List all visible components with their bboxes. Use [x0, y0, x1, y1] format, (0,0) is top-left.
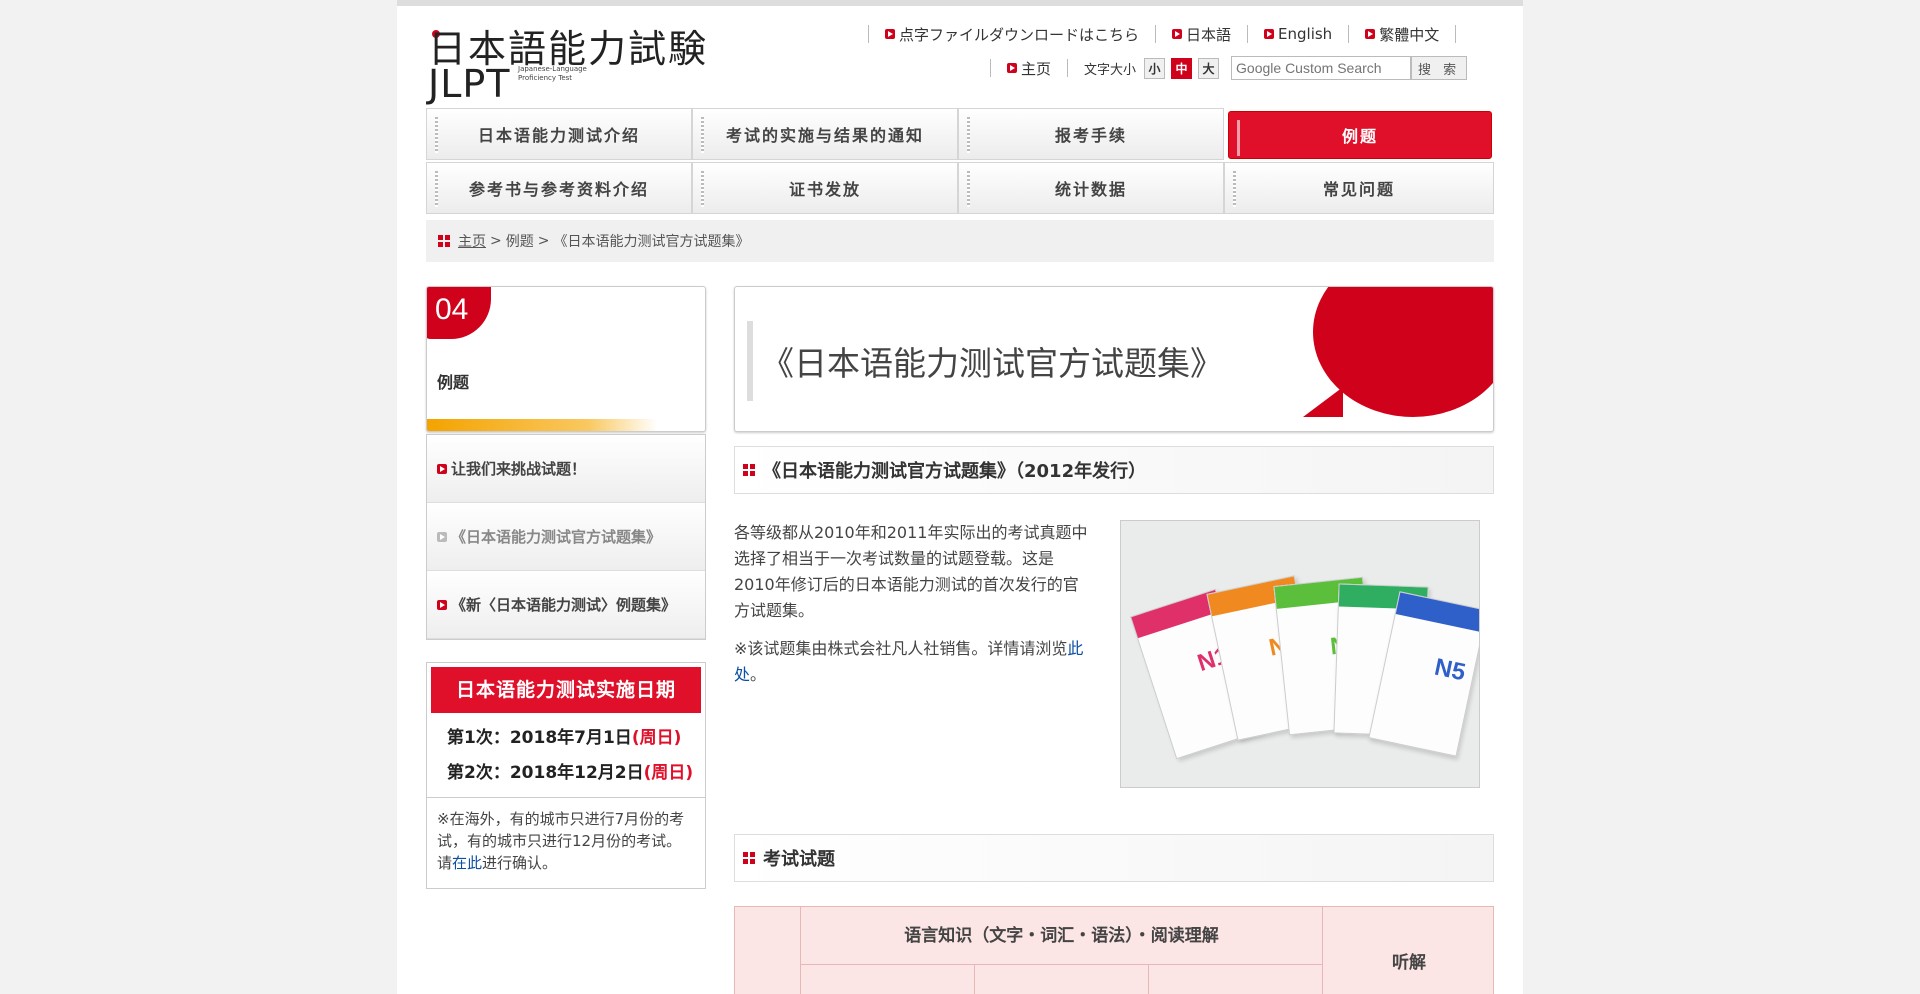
- sidebar-header: 04 例题: [426, 286, 706, 432]
- nav-item-implementation[interactable]: 考试的实施与结果的通知: [692, 108, 958, 160]
- speech-bubble-tail: [1303, 387, 1343, 417]
- second-test-date: 第2次：2018年12月2日(周日): [427, 752, 705, 787]
- breadcrumb-level1[interactable]: 例题: [506, 231, 534, 251]
- first-test-date: 第1次：2018年7月1日(周日): [427, 717, 705, 752]
- book-level: N5: [1432, 653, 1468, 687]
- home-link[interactable]: 主页: [991, 58, 1067, 79]
- book-band: [1395, 592, 1479, 633]
- font-size-small-button[interactable]: 小: [1144, 57, 1166, 79]
- table-subheader-cell: [801, 965, 975, 994]
- sidebar-item-label: 《日本语能力测试官方试题集》: [451, 528, 662, 546]
- sidebar-item-label: 让我们来挑战试题！: [451, 460, 587, 478]
- second-test-weekday: (周日): [643, 763, 694, 783]
- logo-text-en: JLPT: [428, 62, 511, 106]
- table-subheader-cell: [975, 965, 1149, 994]
- table-header-listening: 听解: [1392, 953, 1426, 973]
- sidebar-stripe: [427, 419, 657, 431]
- font-size-large-button[interactable]: 大: [1198, 57, 1220, 79]
- link-label: English: [1278, 25, 1333, 43]
- sales-note-end: 。: [750, 665, 767, 684]
- table-corner-cell: [735, 907, 801, 994]
- nav-item-certificate[interactable]: 证书发放: [692, 162, 958, 214]
- section-heading-exam-questions: 考试试题: [734, 834, 1494, 882]
- main-nav: 日本语能力测试介绍 考试的实施与结果的通知 报考手续 例题 参考书与参考资料介绍…: [426, 108, 1494, 218]
- second-test-date-text: 第2次：2018年12月2日: [447, 763, 644, 783]
- section-title: 《日本语能力测试官方试题集》（2012年发行）: [763, 461, 1147, 482]
- first-test-weekday: (周日): [631, 728, 682, 748]
- sales-note-text: ※该试题集由株式会社凡人社销售。详情请浏览: [734, 639, 1068, 658]
- nav-item-sample-questions[interactable]: 例题: [1228, 111, 1492, 159]
- first-test-date-text: 第1次：2018年7月1日: [447, 728, 632, 748]
- section-heading-collection: 《日本语能力测试官方试题集》（2012年发行）: [734, 446, 1494, 494]
- sidebar-item-official-collection[interactable]: 《日本语能力测试官方试题集》: [427, 503, 705, 571]
- page-title-box: 《日本语能力测试官方试题集》: [734, 286, 1494, 432]
- section-number: 04: [427, 287, 491, 339]
- divider: [1067, 59, 1069, 77]
- braille-download-link[interactable]: 点字ファイルダウンロードはこちら: [869, 24, 1155, 45]
- page-title: 《日本语能力测试官方试题集》: [761, 344, 1223, 383]
- breadcrumb-separator: >: [537, 233, 550, 249]
- font-size-label: 文字大小: [1084, 62, 1137, 78]
- test-dates-note: ※在海外，有的城市只进行7月份的考试，有的城市只进行12月份的考试。请在此进行确…: [427, 797, 705, 888]
- book-photo: N1 N2 N3 N4 N5: [1120, 520, 1480, 788]
- nav-item-statistics[interactable]: 统计数据: [958, 162, 1224, 214]
- sidebar-item-label: 《新〈日本语能力测试〉例题集》: [451, 596, 677, 614]
- breadcrumb-separator: >: [490, 233, 502, 249]
- sidebar: 04 例题 让我们来挑战试题！ 《日本语能力测试官方试题集》 《新〈日本语能力测…: [426, 286, 706, 889]
- logo-subtitle: Japanese-Language Proficiency Test: [518, 65, 587, 82]
- title-bar-accent: [747, 321, 753, 401]
- arrow-icon: [437, 599, 447, 610]
- arrow-icon: [437, 531, 447, 542]
- table-header-language-reading: 语言知识（文字・词汇・语法）・阅读理解: [801, 907, 1323, 965]
- test-dates-box: 日本语能力测试实施日期 第1次：2018年7月1日(周日) 第2次：2018年1…: [426, 662, 706, 889]
- grid-icon: [743, 852, 755, 864]
- lang-japanese-link[interactable]: 日本語: [1156, 24, 1247, 45]
- intro-text: 各等级都从2010年和2011年实际出的考试真题中选择了相当于一次考试数量的试题…: [734, 520, 1092, 788]
- nav-item-registration[interactable]: 报考手续: [958, 108, 1224, 160]
- sidebar-menu: 让我们来挑战试题！ 《日本语能力测试官方试题集》 《新〈日本语能力测试〉例题集》: [426, 434, 706, 640]
- lang-traditional-chinese-link[interactable]: 繁體中文: [1349, 24, 1455, 45]
- home-label: 主页: [1021, 59, 1052, 78]
- arrow-icon: [1172, 29, 1183, 39]
- breadcrumb-home-link[interactable]: 主页: [458, 231, 486, 251]
- sidebar-item-new-sample-collection[interactable]: 《新〈日本语能力测试〉例题集》: [427, 571, 705, 639]
- main-content: 《日本语能力测试官方试题集》 《日本语能力测试官方试题集》（2012年发行） 各…: [734, 286, 1494, 994]
- intro-paragraph: 各等级都从2010年和2011年实际出的考试真题中选择了相当于一次考试数量的试题…: [734, 523, 1088, 620]
- exam-questions-table: 语言知识（文字・词汇・语法）・阅读理解 听解: [734, 906, 1494, 994]
- arrow-icon: [1365, 29, 1376, 39]
- nav-item-faq[interactable]: 常见问题: [1224, 162, 1494, 214]
- divider: [1455, 25, 1457, 43]
- table-subheader-cell: [1149, 965, 1323, 994]
- search-button[interactable]: 搜 索: [1411, 56, 1468, 80]
- section-title: 考试试题: [763, 849, 835, 870]
- nav-item-reference-books[interactable]: 参考书与参考资料介绍: [426, 162, 692, 214]
- nav-item-intro[interactable]: 日本语能力测试介绍: [426, 108, 692, 160]
- test-dates-heading: 日本语能力测试实施日期: [431, 667, 701, 713]
- grid-icon: [438, 235, 450, 247]
- sidebar-title: 例题: [437, 373, 470, 392]
- note-text-end: 进行确认。: [482, 854, 558, 872]
- jlpt-logo[interactable]: 日本語能力試験 JLPT Japanese-Language Proficien…: [428, 18, 708, 106]
- grid-icon: [743, 464, 755, 476]
- arrow-icon: [437, 463, 447, 474]
- sidebar-item-challenge[interactable]: 让我们来挑战试题！: [427, 435, 705, 503]
- note-link[interactable]: 在此: [452, 854, 482, 872]
- arrow-icon: [1007, 63, 1017, 73]
- breadcrumb: 主页 > 例题 > 《日本语能力测试官方试题集》: [426, 220, 1494, 262]
- arrow-icon: [1264, 29, 1275, 39]
- sales-note: ※该试题集由株式会社凡人社销售。详情请浏览此处。: [734, 636, 1092, 688]
- collection-intro: 各等级都从2010年和2011年实际出的考试真题中选择了相当于一次考试数量的试题…: [734, 520, 1494, 788]
- font-size-medium-button[interactable]: 中: [1171, 57, 1193, 79]
- utility-bar: 主页 文字大小 小 中 大 搜 索: [990, 56, 1468, 80]
- search-input[interactable]: [1231, 56, 1412, 80]
- top-links: 点字ファイルダウンロードはこちら 日本語 English 繁體中文: [868, 22, 1457, 46]
- search-box: 搜 索: [1231, 56, 1468, 80]
- lang-english-link[interactable]: English: [1248, 25, 1348, 43]
- arrow-icon: [885, 29, 895, 39]
- link-label: 日本語: [1186, 25, 1232, 44]
- link-label: 繁體中文: [1379, 25, 1440, 44]
- link-label: 点字ファイルダウンロードはこちら: [899, 25, 1140, 44]
- breadcrumb-current: 《日本语能力测试官方试题集》: [553, 234, 750, 250]
